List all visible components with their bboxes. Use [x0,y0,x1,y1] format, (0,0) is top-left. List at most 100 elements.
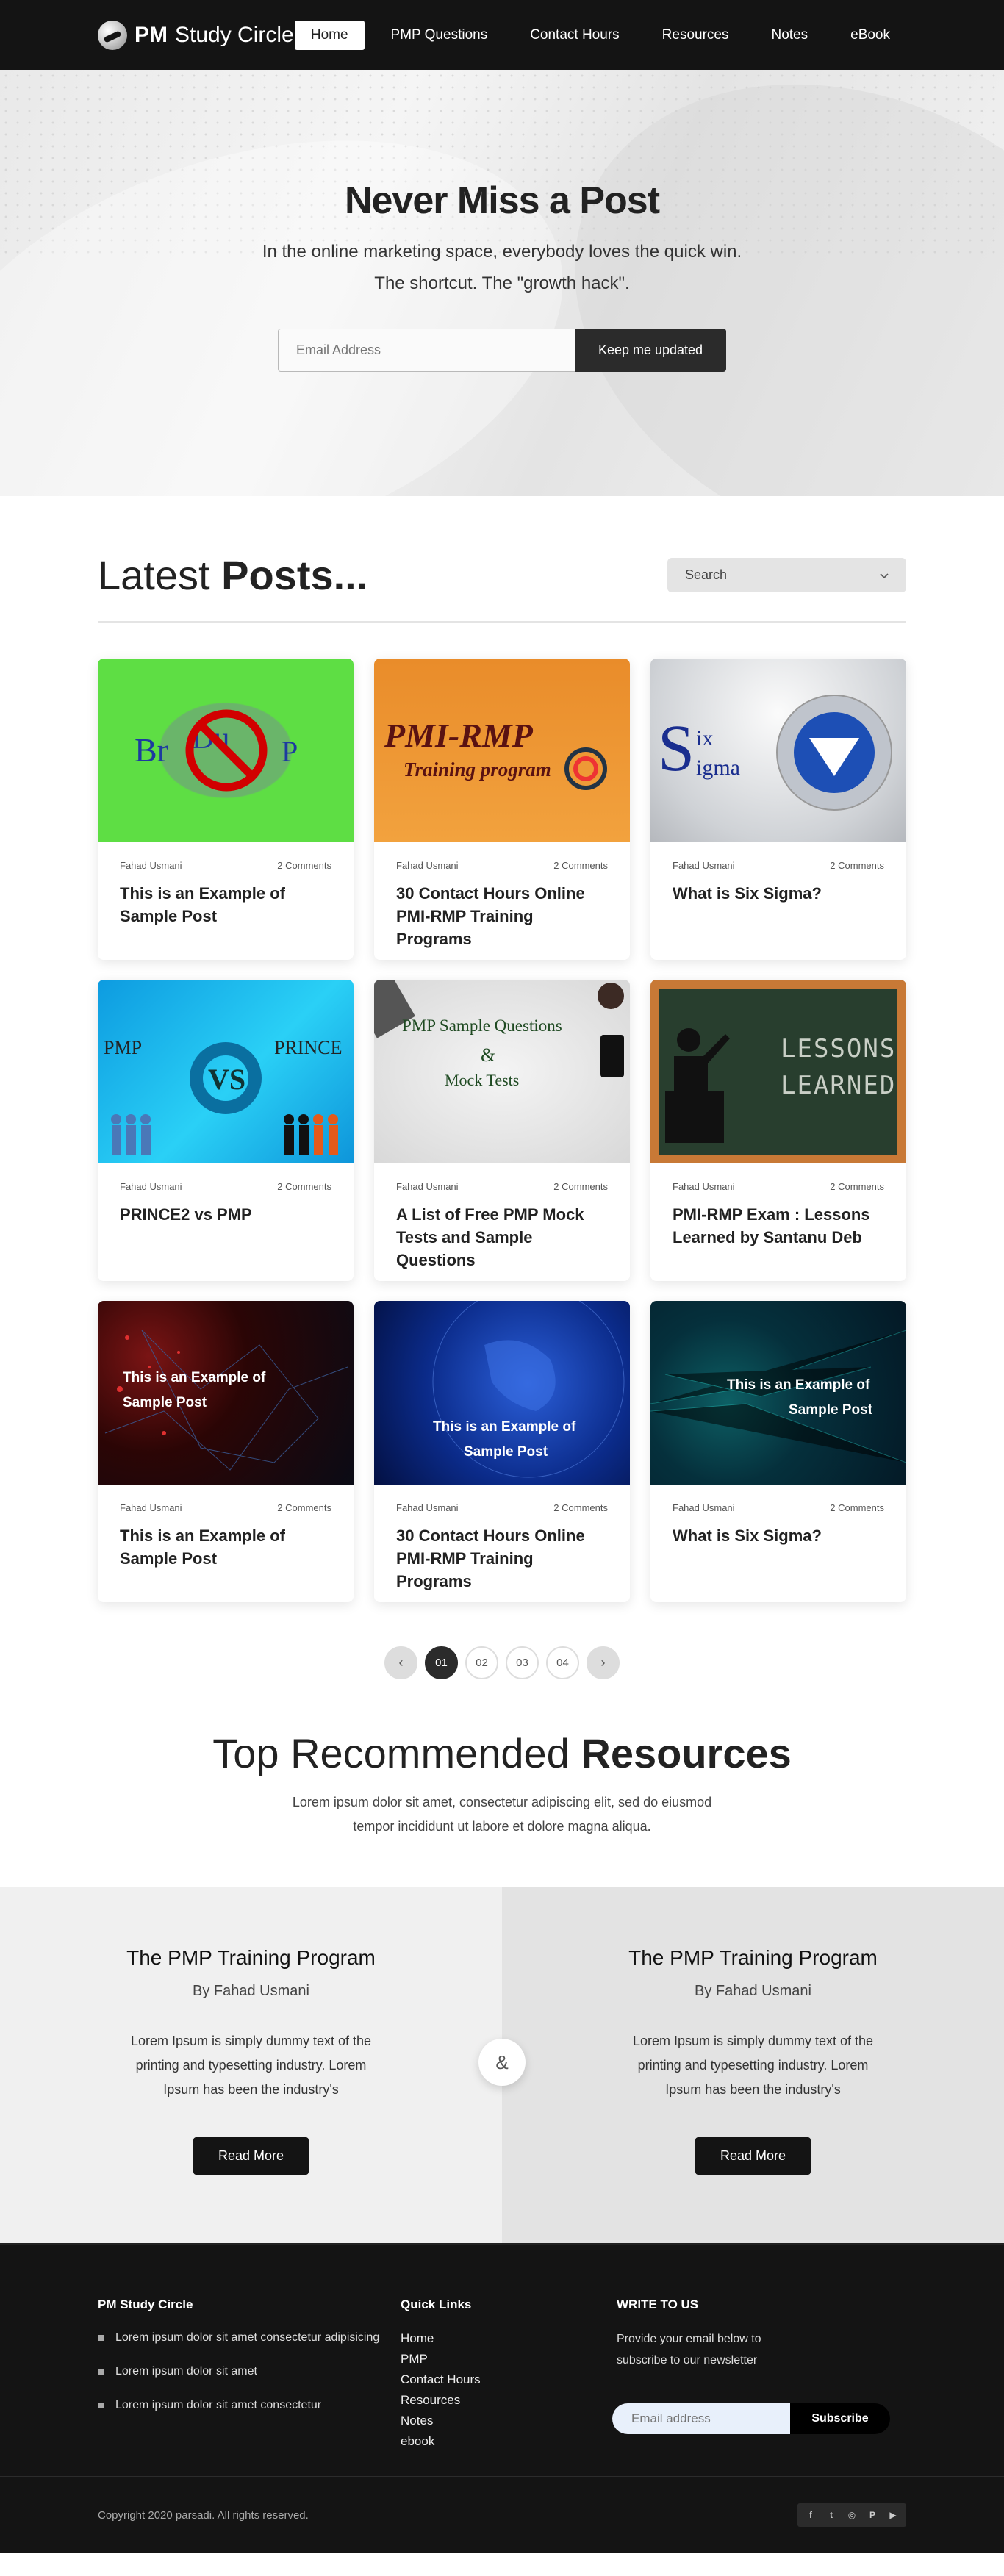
post-title[interactable]: What is Six Sigma? [673,1524,884,1547]
footer-link-home[interactable]: Home [401,2331,434,2345]
post-title[interactable]: 30 Contact Hours Online PMI-RMP Training… [396,1524,608,1593]
logo-globe-icon [98,20,127,50]
post-card[interactable]: LESSONS LEARNED Fahad Usmani 2 Comments P… [650,980,906,1281]
post-author: Fahad Usmani [396,1181,459,1192]
hero-subscribe-form: Keep me updated [0,329,1004,372]
post-comments[interactable]: 2 Comments [830,860,884,871]
post-title[interactable]: What is Six Sigma? [673,882,884,905]
resource-card: The PMP Training Program By Fahad Usmani… [502,1887,1004,2243]
nav-notes[interactable]: Notes [755,21,824,50]
post-title[interactable]: PRINCE2 vs PMP [120,1203,331,1226]
nav-resources[interactable]: Resources [646,21,745,50]
footer-about: PM Study Circle Lorem ipsum dolor sit am… [98,2297,401,2476]
footer-link-pmp[interactable]: PMP [401,2352,428,2366]
post-card[interactable]: Br Du P Fahad Usmani 2 Comments This is a… [98,659,354,960]
facebook-icon[interactable]: f [805,2509,817,2521]
read-more-button[interactable]: Read More [695,2137,811,2175]
footer-links-title: Quick Links [401,2297,472,2311]
svg-text:S: S [658,712,695,785]
instagram-icon[interactable]: ◎ [846,2509,858,2521]
hero-email-input[interactable] [278,329,575,372]
footer-about-title: PM Study Circle [98,2297,193,2311]
site-logo[interactable]: PM Study Circle [98,20,294,50]
resource-title: The PMP Training Program [126,1946,376,1969]
post-title[interactable]: This is an Example of Sample Post [120,882,331,928]
nav-pmp-questions[interactable]: PMP Questions [375,21,504,50]
post-comments[interactable]: 2 Comments [553,860,608,871]
nav-home[interactable]: Home [294,20,365,50]
post-thumbnail-lessons-learned: LESSONS LEARNED [650,980,906,1163]
resources-split: The PMP Training Program By Fahad Usmani… [0,1887,1004,2243]
recommended-section: Top Recommended Resources Lorem ipsum do… [0,1679,1004,1887]
youtube-icon[interactable]: ▶ [887,2509,899,2521]
footer-link-ebook[interactable]: ebook [401,2434,434,2448]
post-card[interactable]: This is an Example of Sample Post Fahad … [374,1301,630,1602]
read-more-button[interactable]: Read More [193,2137,309,2175]
post-comments[interactable]: 2 Comments [277,860,331,871]
post-title[interactable]: This is an Example of Sample Post [120,1524,331,1570]
thumb-overlay-text: Sample Post [123,1395,207,1410]
resource-description: Lorem Ipsum is simply dummy text of the … [632,2034,874,2097]
post-comments[interactable]: 2 Comments [277,1181,331,1192]
post-card[interactable]: PMP Sample Questions & Mock Tests Fahad … [374,980,630,1281]
footer-link-notes[interactable]: Notes [401,2414,433,2428]
post-comments[interactable]: 2 Comments [830,1181,884,1192]
prev-page-button[interactable]: ‹ [384,1646,417,1679]
post-title[interactable]: 30 Contact Hours Online PMI-RMP Training… [396,882,608,950]
post-comments[interactable]: 2 Comments [553,1502,608,1513]
page-button[interactable]: 03 [506,1646,539,1679]
thumb-text: & [481,1044,496,1066]
footer-link-resources[interactable]: Resources [401,2393,460,2407]
post-card[interactable]: This is an Example of Sample Post Fahad … [650,1301,906,1602]
post-author: Fahad Usmani [120,1502,182,1513]
post-card[interactable]: PMP PRINCE VS Fahad Usmani 2 Comments PRI… [98,980,354,1281]
footer-email-input[interactable] [612,2403,790,2434]
post-author: Fahad Usmani [120,1181,182,1192]
thumb-text: LEARNED [781,1071,897,1100]
svg-text:Br: Br [135,731,168,769]
keep-updated-button[interactable]: Keep me updated [575,329,726,372]
page-button[interactable]: 02 [465,1646,498,1679]
post-comments[interactable]: 2 Comments [553,1181,608,1192]
copyright-text: Copyright 2020 parsadi. All rights reser… [98,2508,309,2522]
post-thumbnail-mock-tests: PMP Sample Questions & Mock Tests [374,980,630,1163]
footer-about-item: Lorem ipsum dolor sit amet [98,2362,401,2381]
newsletter-hero: Never Miss a Post In the online marketin… [0,70,1004,496]
footer-newsletter-text: Provide your email below to subscribe to… [617,2333,761,2367]
nav-contact-hours[interactable]: Contact Hours [514,21,635,50]
brand-rest: Study Circle [175,22,294,47]
post-thumbnail-brain-dump: Br Du P [98,659,354,842]
post-card[interactable]: This is an Example of Sample Post Fahad … [98,1301,354,1602]
post-title[interactable]: PMI-RMP Exam : Lessons Learned by Santan… [673,1203,884,1249]
thumb-overlay-text: This is an Example of [727,1377,870,1393]
hero-subtitle: In the online marketing space, everybody… [0,236,1004,299]
thumb-text: PMI-RMP [384,717,533,754]
next-page-button[interactable]: › [587,1646,620,1679]
post-card[interactable]: PMI-RMP Training program Fahad Usmani 2 C… [374,659,630,960]
hero-line-2: The shortcut. The "growth hack". [374,273,630,293]
twitter-icon[interactable]: t [825,2509,837,2521]
resource-description: Lorem Ipsum is simply dummy text of the … [130,2034,372,2097]
footer-about-item: Lorem ipsum dolor sit amet consectetur [98,2396,401,2415]
social-links: f t ◎ P ▶ [797,2503,906,2527]
resource-card: The PMP Training Program By Fahad Usmani… [0,1887,502,2243]
post-comments[interactable]: 2 Comments [830,1502,884,1513]
pinterest-icon[interactable]: P [867,2509,878,2521]
post-author: Fahad Usmani [673,1502,735,1513]
ampersand-badge: & [478,2039,526,2086]
post-comments[interactable]: 2 Comments [277,1502,331,1513]
footer-about-item: Lorem ipsum dolor sit amet consectetur a… [98,2328,401,2347]
post-title[interactable]: A List of Free PMP Mock Tests and Sample… [396,1203,608,1271]
post-card[interactable]: S ix igma Fahad Usmani 2 Comments What is… [650,659,906,960]
page-button[interactable]: 04 [546,1646,579,1679]
search-dropdown[interactable]: Search [667,558,906,592]
nav-ebook[interactable]: eBook [834,21,906,50]
post-author: Fahad Usmani [396,860,459,871]
recommended-heading: Top Recommended Resources [212,1730,792,1776]
recommended-intro: Lorem ipsum dolor sit amet, consectetur … [292,1795,712,1834]
page-button[interactable]: 01 [425,1646,458,1679]
footer-link-contact-hours[interactable]: Contact Hours [401,2372,481,2386]
latest-posts-section: Latest Posts... Search Br Du P Fahad Usm… [0,496,1004,1679]
svg-text:igma: igma [696,756,740,780]
subscribe-button[interactable]: Subscribe [790,2403,890,2434]
